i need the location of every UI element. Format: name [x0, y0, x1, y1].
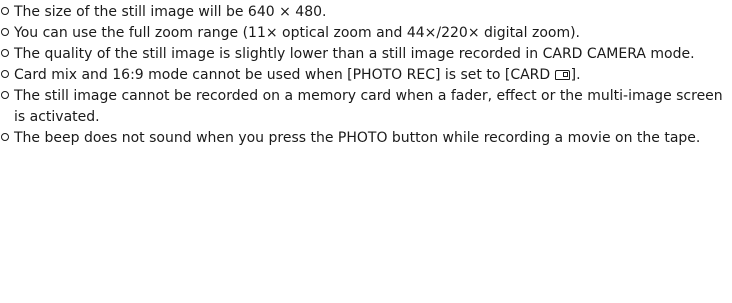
note-text: The size of the still image will be 640 … [14, 4, 327, 20]
note-text-before-icon: Card mix and 16:9 mode cannot be used wh… [14, 67, 555, 83]
note-item: The beep does not sound when you press t… [0, 128, 732, 149]
notes-page: The size of the still image will be 640 … [0, 2, 732, 149]
circle-bullet-icon [1, 49, 9, 57]
notes-list: The size of the still image will be 640 … [0, 2, 732, 149]
circle-bullet-icon [1, 91, 9, 99]
note-item: You can use the full zoom range (11× opt… [0, 23, 732, 44]
note-item: The size of the still image will be 640 … [0, 2, 732, 23]
note-item: Card mix and 16:9 mode cannot be used wh… [0, 65, 732, 86]
circle-bullet-icon [1, 70, 9, 78]
note-item: The still image cannot be recorded on a … [0, 86, 732, 128]
note-text: The still image cannot be recorded on a … [14, 88, 723, 125]
note-text: The beep does not sound when you press t… [14, 130, 701, 146]
circle-bullet-icon [1, 7, 9, 15]
note-text: The quality of the still image is slight… [14, 46, 695, 62]
circle-bullet-icon [1, 133, 9, 141]
circle-bullet-icon [1, 28, 9, 36]
note-item: The quality of the still image is slight… [0, 44, 732, 65]
memory-card-icon [554, 70, 570, 80]
note-text: You can use the full zoom range (11× opt… [14, 25, 581, 41]
note-text-after-icon: ]. [570, 67, 581, 83]
